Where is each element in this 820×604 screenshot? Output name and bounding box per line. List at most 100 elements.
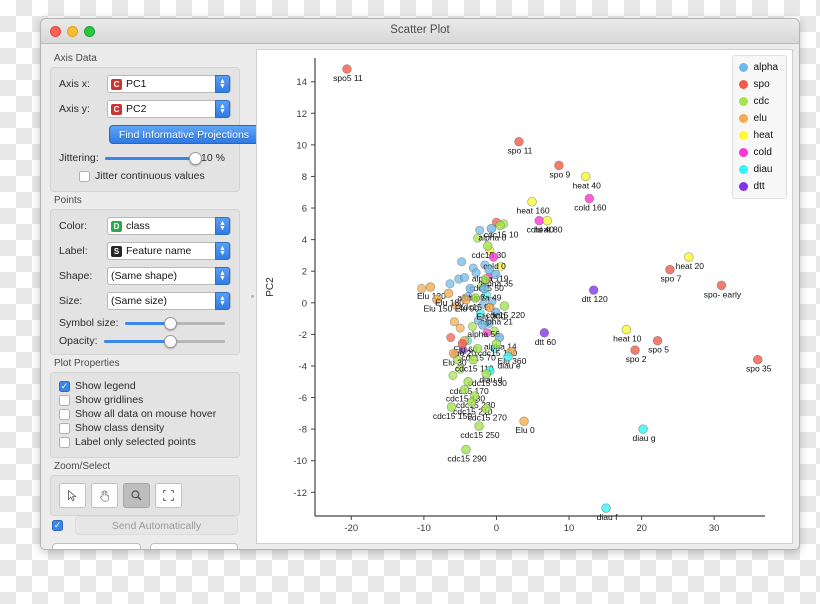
data-point-label: heat 20 [676,261,705,271]
y-tick-label: -10 [293,456,307,467]
legend-color-dot [738,80,748,89]
legend-item-cold[interactable]: cold [738,147,778,158]
find-informative-projections-button[interactable]: Find Informative Projections [109,125,259,144]
symbol-size-row: Symbol size: [59,316,231,330]
axis-y-value: PC2 [126,103,147,115]
data-point-label: heat 40 [573,180,602,190]
cursor-icon [67,489,77,502]
x-tick-label: 20 [636,523,647,534]
data-point-label: Elu 0 [515,425,535,435]
shape-row: Shape: (Same shape) ▲ ▼ [59,267,231,285]
plot-property-label-1: Show gridlines [75,394,144,406]
size-combobox[interactable]: (Same size) ▲ ▼ [107,292,231,310]
color-combobox[interactable]: D class ▲ ▼ [107,217,231,235]
y-tick-label: -2 [299,330,307,341]
zoom-magnifier-button[interactable] [123,483,150,508]
legend-item-dtt[interactable]: dtt [738,181,778,192]
y-tick-label: -8 [299,425,307,436]
shape-stepper-icon[interactable]: ▲ ▼ [215,267,230,285]
data-point[interactable] [446,332,456,343]
legend-color-dot [738,148,748,157]
magnifier-icon [131,490,142,501]
plot-property-row-4[interactable]: Label only selected points [59,436,231,448]
legend-item-alpha[interactable]: alpha [738,62,778,73]
plot-property-row-3[interactable]: Show class density [59,422,231,434]
scatter-plot-window: Scatter Plot Axis Data Axis x: C PC1 ▲ ▼ … [40,18,800,550]
x-axis-title: PC1 [530,542,550,544]
shape-value: (Same shape) [111,270,177,282]
legend-color-dot [738,97,748,106]
plot-container: -20 -10 0 10 20 30 -12 -10 -8 -6 -4 -2 0 2 4 6 8 10 12 14 PC… [256,44,799,549]
legend-item-diau[interactable]: diau [738,164,778,175]
data-point[interactable] [459,272,470,283]
plot-property-checkbox-1[interactable] [59,394,70,406]
plot-property-checkbox-2[interactable] [59,408,70,420]
data-point-label: cdc15 250 [460,430,499,440]
plot-property-checkbox-4[interactable] [59,436,70,448]
legend-label: dtt [753,181,765,192]
label-row: Label: S Feature name ▲ ▼ [59,242,231,260]
data-point-label: spo 11 [508,146,533,156]
y-tick-label: 6 [302,204,307,215]
save-image-button[interactable]: Save Image [52,543,141,549]
shape-label: Shape: [59,270,93,282]
points-group: Color: D class ▲ ▼ Label: S Feature name … [50,209,240,355]
zoom-select-group-label: Zoom/Select [54,461,111,472]
scatter-plot-svg: -20 -10 0 10 20 30-12-10-8-6-4-202468101214PC… [265,58,772,544]
reset-zoom-button[interactable] [155,483,182,508]
shape-combobox[interactable]: (Same shape) ▲ ▼ [107,267,231,285]
legend-item-elu[interactable]: elu [738,113,778,124]
send-automatically-button[interactable]: Send Automatically [75,516,238,535]
jitter-continuous-checkbox-row[interactable]: Jitter continuous values [79,170,231,182]
legend-color-dot [738,131,748,140]
size-stepper-icon[interactable]: ▲ ▼ [215,292,230,310]
plot-property-checkbox-0[interactable] [59,380,70,392]
plot-property-row-0[interactable]: Show legend [59,380,231,392]
data-point-label: diau g [632,433,655,443]
data-point-label: spo 7 [661,274,682,284]
data-point-label: spo 35 [746,364,772,374]
plot-property-row-1[interactable]: Show gridlines [59,394,231,406]
send-automatically-checkbox[interactable] [52,520,63,531]
legend-item-cdc[interactable]: cdc [738,96,778,107]
pan-hand-button[interactable] [91,483,118,508]
color-stepper-icon[interactable]: ▲ ▼ [215,217,230,235]
jittering-label: Jittering: [59,152,99,164]
select-arrow-button[interactable] [59,483,86,508]
legend-label: alpha [753,62,778,73]
symbol-size-slider[interactable] [124,316,225,330]
data-point[interactable] [449,317,459,327]
legend-item-spo[interactable]: spo [738,79,778,90]
jitter-continuous-checkbox[interactable] [79,170,90,182]
x-tick-label: 30 [709,523,720,534]
y-axis-title: PC2 [265,277,276,297]
jittering-slider[interactable] [104,151,202,165]
opacity-slider[interactable] [103,334,225,348]
y-tick-label: 2 [302,267,307,278]
axis-y-label: Axis y: [59,103,90,115]
axis-y-stepper-icon[interactable]: ▲ ▼ [215,100,230,118]
data-point[interactable] [445,279,455,289]
zoom-select-group [50,475,240,516]
x-tick-label: 0 [494,523,499,534]
plot-property-checkbox-3[interactable] [59,422,70,434]
label-combobox[interactable]: S Feature name ▲ ▼ [107,242,231,260]
jittering-value: 10 % [201,152,225,164]
y-tick-label: -12 [293,488,307,499]
axis-x-stepper-icon[interactable]: ▲ ▼ [215,75,230,93]
report-button[interactable]: Report [149,543,238,549]
scatter-plot-canvas[interactable]: -20 -10 0 10 20 30 -12 -10 -8 -6 -4 -2 0 2 4 6 8 10 12 14 PC… [256,49,793,544]
y-tick-label: 8 [302,172,307,183]
color-value: class [126,220,150,232]
size-row: Size: (Same size) ▲ ▼ [59,292,231,310]
plot-property-row-2[interactable]: Show all data on mouse hover [59,408,231,420]
legend-label: diau [753,164,773,175]
label-stepper-icon[interactable]: ▲ ▼ [215,242,230,260]
panel-splitter[interactable] [248,44,256,549]
legend-item-heat[interactable]: heat [738,130,778,141]
jittering-row: Jittering: 10 % [59,151,231,165]
data-point[interactable] [457,257,467,267]
axis-y-combobox[interactable]: C PC2 ▲ ▼ [107,100,231,118]
axis-x-combobox[interactable]: C PC1 ▲ ▼ [107,75,231,93]
data-point-label: cdc15 150 [433,411,472,421]
